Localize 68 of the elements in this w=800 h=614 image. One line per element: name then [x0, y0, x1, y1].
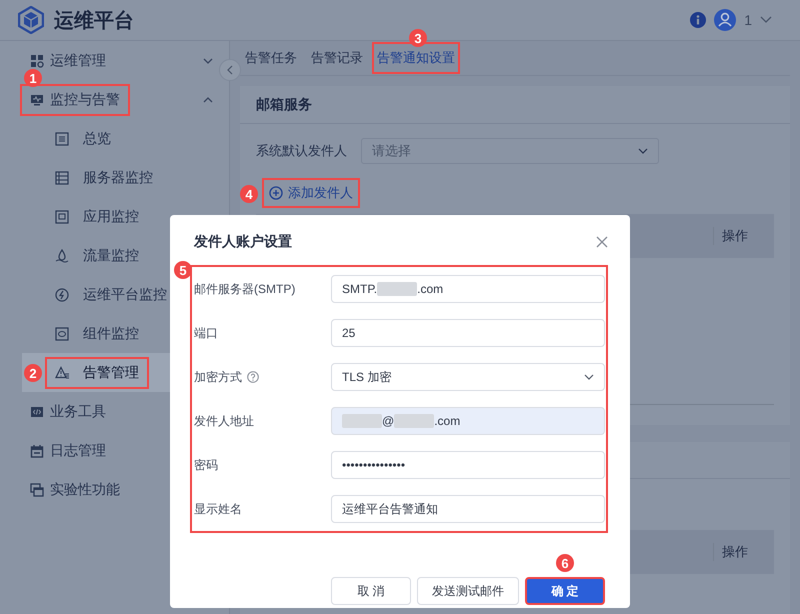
- sidebar-item[interactable]: 业务工具: [20, 398, 116, 424]
- select-field[interactable]: TLS 加密: [331, 363, 605, 391]
- sender-select[interactable]: 请选择: [361, 138, 659, 164]
- dialog-button[interactable]: 发送测试邮件: [417, 577, 519, 605]
- tab[interactable]: 告警任务: [240, 42, 302, 74]
- field-label: 系统默认发件人: [256, 142, 347, 160]
- sidebar-item[interactable]: 服务器监控: [45, 164, 163, 190]
- tab[interactable]: 告警记录: [306, 42, 368, 74]
- window-icon: [55, 210, 69, 224]
- user-name[interactable]: 1: [744, 12, 752, 28]
- dialog-title: 发件人账户设置: [194, 233, 292, 251]
- text-field[interactable]: @ .com: [331, 407, 605, 435]
- step-number-badge: 2: [24, 364, 42, 382]
- sidebar-item[interactable]: 告警管理: [45, 356, 149, 388]
- avatar-icon[interactable]: [714, 9, 736, 31]
- text-field[interactable]: 运维平台告警通知: [331, 495, 605, 523]
- collapse-button[interactable]: [219, 59, 241, 81]
- step-number-badge: 1: [24, 69, 42, 87]
- chevron-down-icon: [584, 374, 594, 380]
- field-label: 密码: [194, 456, 218, 474]
- field-label: 邮件服务器(SMTP): [194, 280, 296, 298]
- chevron-down-icon[interactable]: [760, 16, 772, 24]
- add-sender-link[interactable]: 添加发件人: [262, 178, 360, 208]
- sidebar-item[interactable]: 实验性功能: [20, 476, 130, 502]
- calendar-icon: [30, 444, 44, 458]
- field-label: 端口: [194, 324, 218, 342]
- sidebar-item[interactable]: 组件监控: [45, 320, 149, 346]
- field-label: 发件人地址: [194, 412, 254, 430]
- tab[interactable]: 告警通知设置: [372, 42, 460, 74]
- sidebar-item[interactable]: 日志管理: [20, 438, 116, 464]
- panel-icon: [55, 326, 69, 340]
- step-number-badge: 4: [240, 185, 258, 203]
- column-header: 操作: [713, 227, 774, 245]
- code-window-icon: [30, 404, 44, 418]
- confirm-button[interactable]: 确 定: [525, 577, 605, 605]
- password-field[interactable]: •••••••••••••••: [331, 451, 605, 479]
- table-icon: [55, 170, 69, 184]
- windows-icon: [30, 482, 44, 496]
- info-icon[interactable]: [690, 12, 706, 28]
- grid-icon: [30, 54, 44, 68]
- sidebar-item[interactable]: 流量监控: [45, 242, 149, 268]
- chevron-down-icon: [638, 148, 648, 154]
- cube-logo-icon: [18, 6, 44, 34]
- warning-icon: [55, 366, 69, 380]
- plus-circle-icon: [269, 186, 283, 200]
- close-icon[interactable]: [596, 236, 608, 248]
- step-number-badge: 6: [556, 554, 574, 572]
- redacted-text: [394, 414, 434, 428]
- field-label: 显示姓名: [194, 500, 242, 518]
- app-title: 运维平台: [54, 8, 134, 34]
- field-label: 加密方式: [194, 368, 242, 386]
- sidebar-item[interactable]: 监控与告警: [20, 84, 130, 116]
- section-title: 邮箱服务: [240, 86, 790, 124]
- chevron-left-icon: [227, 65, 233, 75]
- redacted-text: [377, 282, 418, 296]
- sidebar-item[interactable]: 总览: [45, 126, 121, 152]
- panel-icon: [55, 132, 69, 146]
- column-header: 操作: [713, 543, 774, 561]
- lightning-icon: [55, 288, 69, 302]
- monitor-icon: [30, 92, 44, 106]
- sidebar-item[interactable]: 运维平台监控: [45, 282, 177, 308]
- droplet-icon: [55, 248, 69, 262]
- text-field[interactable]: 25: [331, 319, 605, 347]
- redacted-text: [342, 414, 382, 428]
- step-number-badge: 5: [174, 261, 192, 279]
- sidebar-item[interactable]: 应用监控: [45, 204, 149, 230]
- text-field[interactable]: SMTP. .com: [331, 275, 605, 303]
- dialog-button[interactable]: 取 消: [331, 577, 411, 605]
